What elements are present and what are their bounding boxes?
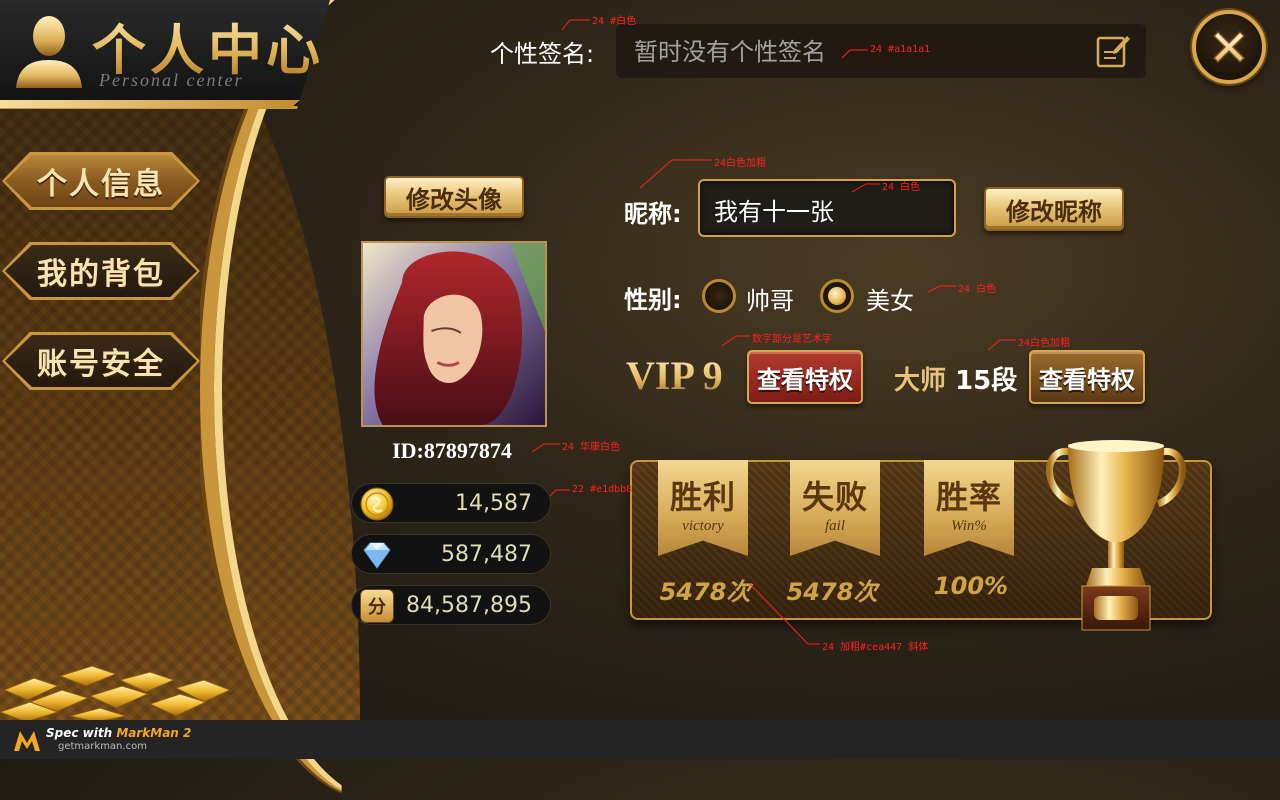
gold-bars-icon bbox=[0, 665, 232, 722]
stat-title-en: fail bbox=[824, 518, 845, 534]
gender-option-female-label[interactable]: 美女 bbox=[866, 281, 914, 316]
annotation: 24白色加粗 bbox=[1018, 338, 1071, 349]
stat-title-cn: 失败 bbox=[801, 478, 868, 516]
gender-radio-male[interactable] bbox=[702, 279, 736, 313]
view-vip-privilege-button[interactable]: 查看特权 bbox=[747, 350, 863, 404]
avatar-portrait bbox=[363, 243, 545, 425]
stat-value-fail: 5478次 bbox=[786, 578, 878, 606]
markman-spec: Spec with MarkMan 2 bbox=[46, 726, 191, 740]
annotation: 24白色加粗 bbox=[714, 158, 767, 169]
annotation: 24 华康白色 bbox=[562, 442, 621, 453]
annotation: 22 #e1dbb8 bbox=[572, 484, 633, 495]
annotation: 24 白色 bbox=[958, 284, 997, 295]
close-button[interactable] bbox=[1192, 10, 1266, 84]
annotation: 24 加粗#cea447 斜体 bbox=[822, 642, 929, 653]
rank-name: 大师 bbox=[894, 366, 947, 396]
change-nickname-button[interactable]: 修改昵称 bbox=[984, 187, 1124, 231]
avatar[interactable] bbox=[361, 241, 547, 427]
markman-site: getmarkman.com bbox=[58, 741, 147, 752]
title-banner-edge bbox=[0, 100, 300, 108]
annotation: 数字部分是艺术字 bbox=[752, 334, 832, 345]
diamond-icon bbox=[363, 542, 391, 569]
annotation: 24 #a1a1a1 bbox=[870, 44, 931, 55]
stat-title-cn: 胜利 bbox=[669, 478, 736, 516]
points-icon: 分 bbox=[360, 589, 394, 623]
nav-item-label: 账号安全 bbox=[37, 347, 165, 382]
annotation: 24 #白色 bbox=[592, 16, 637, 27]
gold-coin-icon bbox=[360, 487, 394, 521]
signature-input[interactable] bbox=[632, 34, 1076, 70]
points-value: 84,587,895 bbox=[406, 593, 532, 618]
nickname-label: 昵称: bbox=[624, 200, 682, 228]
markman-logo-icon bbox=[14, 731, 40, 751]
nav-item-label: 我的背包 bbox=[37, 257, 165, 292]
rank-level: 15段 bbox=[955, 366, 1018, 396]
stat-title-cn: 胜率 bbox=[935, 478, 1002, 516]
person-silhouette-icon bbox=[16, 16, 82, 88]
gender-label: 性别: bbox=[624, 286, 682, 314]
coins-balance: 14,587 bbox=[351, 483, 551, 523]
page-subtitle: Personal center bbox=[99, 70, 244, 90]
markman-spec-product: MarkMan 2 bbox=[116, 726, 192, 740]
view-rank-privilege-button[interactable]: 查看特权 bbox=[1029, 350, 1145, 404]
stat-value-winrate: 100% bbox=[933, 572, 1009, 600]
gender-radio-female[interactable] bbox=[820, 279, 854, 313]
points-balance: 分 84,587,895 bbox=[351, 585, 551, 625]
annotation: 24 白色 bbox=[882, 182, 921, 193]
vip-level: VIP 9 bbox=[626, 353, 723, 398]
diamonds-value: 587,487 bbox=[441, 542, 532, 567]
gender-option-male-label[interactable]: 帅哥 bbox=[746, 281, 794, 316]
user-id: ID:87897874 bbox=[392, 438, 512, 463]
rank-title: 大师 15段 bbox=[894, 360, 1017, 397]
nav-item-account-security[interactable]: 账号安全 bbox=[2, 332, 200, 390]
signature-label: 个性签名: bbox=[490, 40, 595, 68]
stat-title-en: victory bbox=[682, 518, 724, 534]
markman-spec-prefix: Spec with bbox=[46, 726, 113, 740]
stat-value-victory: 5478次 bbox=[659, 578, 751, 606]
close-icon bbox=[1212, 30, 1246, 64]
nav-item-label: 个人信息 bbox=[37, 167, 165, 202]
markman-bar bbox=[0, 720, 1280, 759]
trophy-icon bbox=[1046, 440, 1186, 631]
nickname-input[interactable] bbox=[712, 192, 946, 226]
nav-item-my-backpack[interactable]: 我的背包 bbox=[2, 242, 200, 300]
edit-icon[interactable] bbox=[1094, 32, 1132, 70]
points-icon-glyph: 分 bbox=[368, 597, 386, 618]
change-avatar-button[interactable]: 修改头像 bbox=[384, 176, 524, 218]
diamonds-balance: 587,487 bbox=[351, 534, 551, 574]
coins-value: 14,587 bbox=[455, 491, 532, 516]
stat-title-en: Win% bbox=[951, 518, 987, 534]
nav-item-personal-info[interactable]: 个人信息 bbox=[2, 152, 200, 210]
